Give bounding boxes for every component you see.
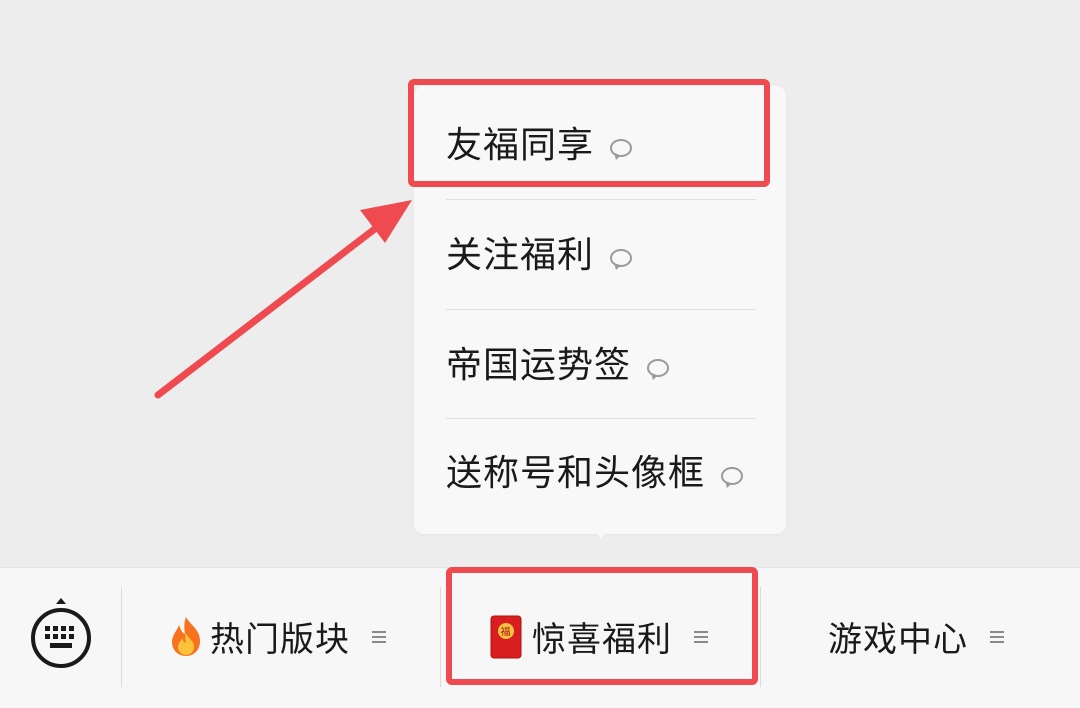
highlight-box-tab	[446, 567, 758, 685]
comment-bubble-icon	[610, 249, 633, 267]
keyboard-icon	[31, 598, 91, 668]
menu-item-song-chenghao[interactable]: 送称号和头像框	[446, 444, 744, 504]
menu-item-label: 关注福利	[446, 235, 595, 276]
hamburger-icon	[990, 628, 1004, 646]
comment-bubble-icon	[647, 359, 670, 377]
menu-item-diguo-yunshiqian[interactable]: 帝国运势签	[446, 336, 670, 396]
menu-divider	[446, 418, 756, 419]
bar-divider	[440, 587, 441, 687]
highlight-box-menu-item	[408, 79, 770, 187]
menu-item-guanzhu-fuli[interactable]: 关注福利	[446, 226, 633, 286]
hamburger-icon	[372, 628, 386, 646]
bar-divider	[121, 587, 122, 687]
bar-divider	[760, 587, 761, 687]
menu-item-label: 帝国运势签	[446, 345, 632, 386]
tab-game-center[interactable]: 游戏中心	[828, 605, 1004, 667]
menu-item-label: 送称号和头像框	[446, 453, 706, 494]
menu-divider	[446, 199, 756, 200]
comment-bubble-icon	[721, 467, 744, 485]
fire-icon	[168, 615, 204, 657]
tab-hot-sections[interactable]: 热门版块	[168, 605, 386, 667]
popup-caret	[589, 525, 613, 539]
tab-label: 游戏中心	[828, 619, 968, 660]
tab-label: 热门版块	[210, 619, 350, 660]
menu-divider	[446, 309, 756, 310]
keyboard-toggle-button[interactable]	[30, 598, 92, 673]
